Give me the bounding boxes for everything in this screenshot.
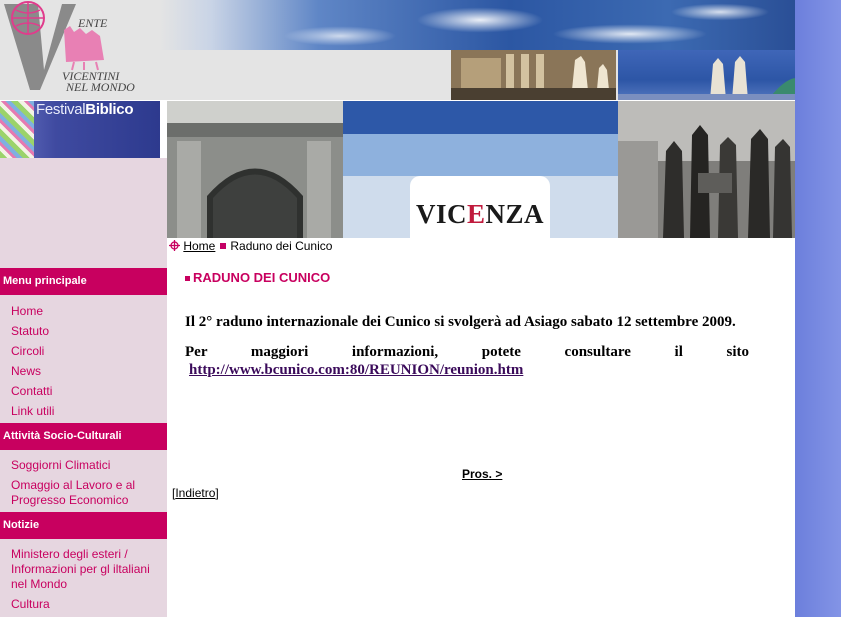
- arch-photo: [167, 101, 343, 238]
- page-title: RADUNO DEI CUNICO: [185, 270, 330, 285]
- festival-biblico-banner[interactable]: FestivalBiblico: [0, 101, 160, 158]
- logo-text-ente: ENTE: [78, 16, 108, 30]
- emigrants-photo: [618, 101, 795, 238]
- menu-item-soggiorni[interactable]: Soggiorni Climatici: [11, 458, 161, 473]
- back-link[interactable]: [Indietro]: [172, 486, 219, 500]
- festival-word: Festival: [36, 101, 86, 118]
- back-link-text[interactable]: Indietro: [175, 486, 215, 500]
- ente-vicentini-logo[interactable]: ENTE VICENTINI NEL MONDO: [0, 0, 160, 100]
- page-title-text: RADUNO DEI CUNICO: [193, 270, 331, 285]
- festival-map-graphic: [0, 101, 34, 158]
- article-paragraph-2: Per maggiori informazioni, potete consul…: [185, 343, 749, 379]
- menu-item-ministero[interactable]: Ministero degli esteri / Informazioni pe…: [11, 547, 161, 592]
- vicenza-logo: VICENZA: [410, 176, 550, 238]
- crosshair-icon: [169, 240, 180, 251]
- statues-photo: [451, 50, 616, 100]
- vicenza-text-accent: E: [466, 199, 486, 229]
- title-bullet-icon: [185, 276, 190, 282]
- vicenza-banner: VICENZA: [167, 101, 795, 238]
- next-link[interactable]: Pros. >: [462, 467, 502, 481]
- reunion-link[interactable]: http://www.bcunico.com:80/REUNION/reunio…: [189, 362, 523, 378]
- breadcrumb-current: Raduno dei Cunico: [230, 239, 333, 253]
- menu-item-cultura[interactable]: Cultura: [11, 597, 161, 612]
- article-paragraph-1: Il 2° raduno internazionale dei Cunico s…: [185, 314, 736, 330]
- menu-item-circoli[interactable]: Circoli: [11, 344, 161, 359]
- banner-stripe-mid: [343, 134, 618, 176]
- menu-item-contatti[interactable]: Contatti: [11, 384, 161, 399]
- vicenza-logo-text: VICENZA: [410, 199, 550, 230]
- menu-item-statuto[interactable]: Statuto: [11, 324, 161, 339]
- breadcrumb: Home Raduno dei Cunico: [169, 239, 332, 253]
- vicenza-text-1: VIC: [415, 199, 467, 229]
- festival-biblico-label: FestivalBiblico: [36, 101, 133, 118]
- menu-item-omaggio[interactable]: Omaggio al Lavoro e al Progresso Economi…: [11, 478, 161, 508]
- menu-item-news[interactable]: News: [11, 364, 161, 379]
- breadcrumb-separator: [220, 243, 227, 250]
- biblico-word: Biblico: [85, 101, 134, 118]
- menu-item-home[interactable]: Home: [11, 304, 161, 319]
- menu-header-notizie: Notizie: [0, 512, 167, 539]
- vicenza-text-2: NZA: [485, 199, 545, 229]
- page: ENTE VICENTINI NEL MONDO FestivalBiblico…: [0, 0, 795, 617]
- banner-stripe-dark: [343, 101, 618, 134]
- statues-sky-photo: [618, 50, 795, 100]
- article-paragraph-2-text: Per maggiori informazioni, potete consul…: [185, 344, 749, 360]
- sidebar: Menu principale Home Statuto Circoli New…: [0, 158, 167, 617]
- header: ENTE VICENTINI NEL MONDO: [0, 0, 795, 100]
- menu-item-link-utili[interactable]: Link utili: [11, 404, 161, 419]
- menu-header-principale: Menu principale: [0, 268, 167, 295]
- breadcrumb-home-link[interactable]: Home: [183, 239, 215, 253]
- sky-banner: [160, 0, 795, 50]
- menu-header-attivita: Attività Socio-Culturali: [0, 423, 167, 450]
- logo-text-nel-mondo: NEL MONDO: [66, 80, 135, 94]
- right-background-bar: [795, 0, 841, 617]
- article-body: Il 2° raduno internazionale dei Cunico s…: [185, 313, 749, 391]
